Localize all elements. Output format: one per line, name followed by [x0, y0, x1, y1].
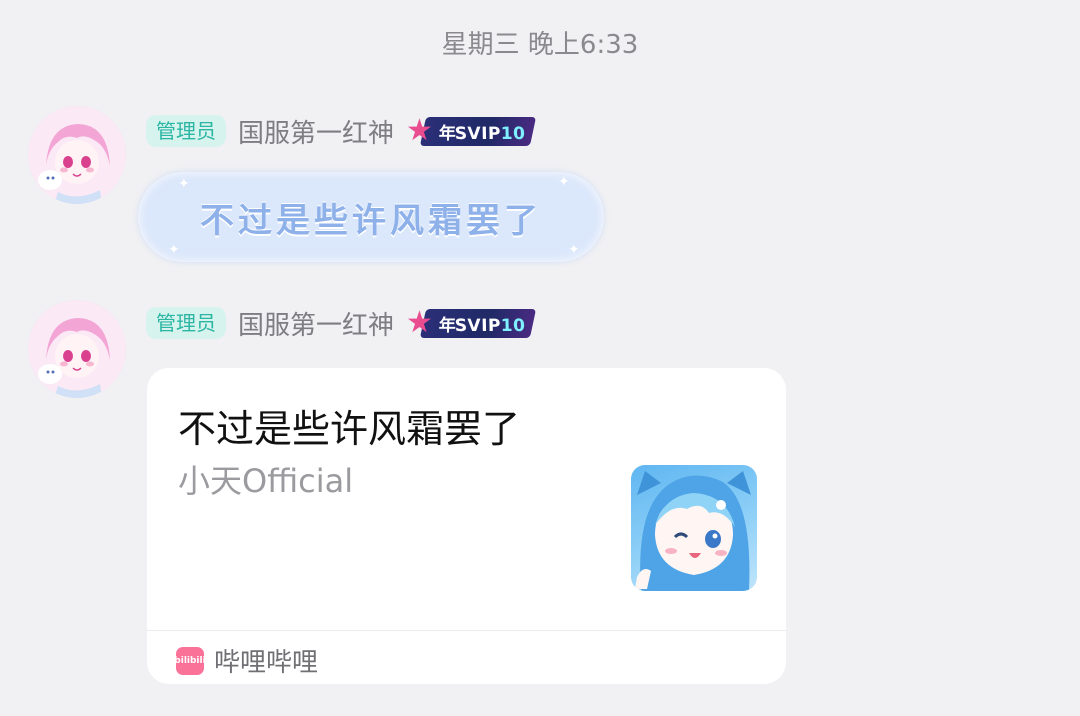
- message-text: 不过是些许风霜罢了: [200, 200, 542, 241]
- admin-badge: 管理员: [146, 115, 226, 147]
- sparkle-icon: ✦: [568, 242, 580, 258]
- timestamp: 星期三 晚上6:33: [441, 30, 639, 60]
- admin-badge: 管理员: [146, 307, 226, 339]
- sender-avatar[interactable]: [28, 300, 126, 398]
- sender-name[interactable]: 国服第一红神: [238, 305, 394, 342]
- source-label: 哔哩哔哩: [214, 648, 319, 678]
- sender-avatar[interactable]: [28, 106, 126, 204]
- card-title: 不过是些许风霜罢了: [178, 407, 521, 451]
- video-thumbnail: [631, 465, 757, 591]
- message-header: 管理员 国服第一红神 ★ 年SVIP10: [146, 305, 537, 342]
- message-header: 管理员 国服第一红神 ★ 年SVIP10: [146, 113, 537, 150]
- card-divider: [147, 630, 786, 631]
- svip-badge: ★ 年SVIP10: [406, 113, 537, 148]
- svip-star-icon: ★: [406, 305, 433, 340]
- sender-name[interactable]: 国服第一红神: [238, 113, 394, 150]
- message-bubble[interactable]: ✦ ✦ ✦ ✦ 不过是些许风霜罢了: [138, 172, 604, 262]
- sparkle-icon: ✦: [168, 242, 180, 258]
- svip-badge: ★ 年SVIP10: [406, 305, 537, 340]
- bilibili-logo-icon: bilibili: [174, 646, 206, 675]
- share-card[interactable]: 不过是些许风霜罢了 小天Official bilibili 哔哩哔哩: [147, 368, 786, 684]
- card-source: bilibili 哔哩哔哩: [174, 642, 319, 679]
- sparkle-icon: ✦: [558, 174, 570, 190]
- card-author: 小天Official: [178, 462, 354, 500]
- svip-star-icon: ★: [406, 113, 433, 148]
- sparkle-icon: ✦: [178, 176, 190, 192]
